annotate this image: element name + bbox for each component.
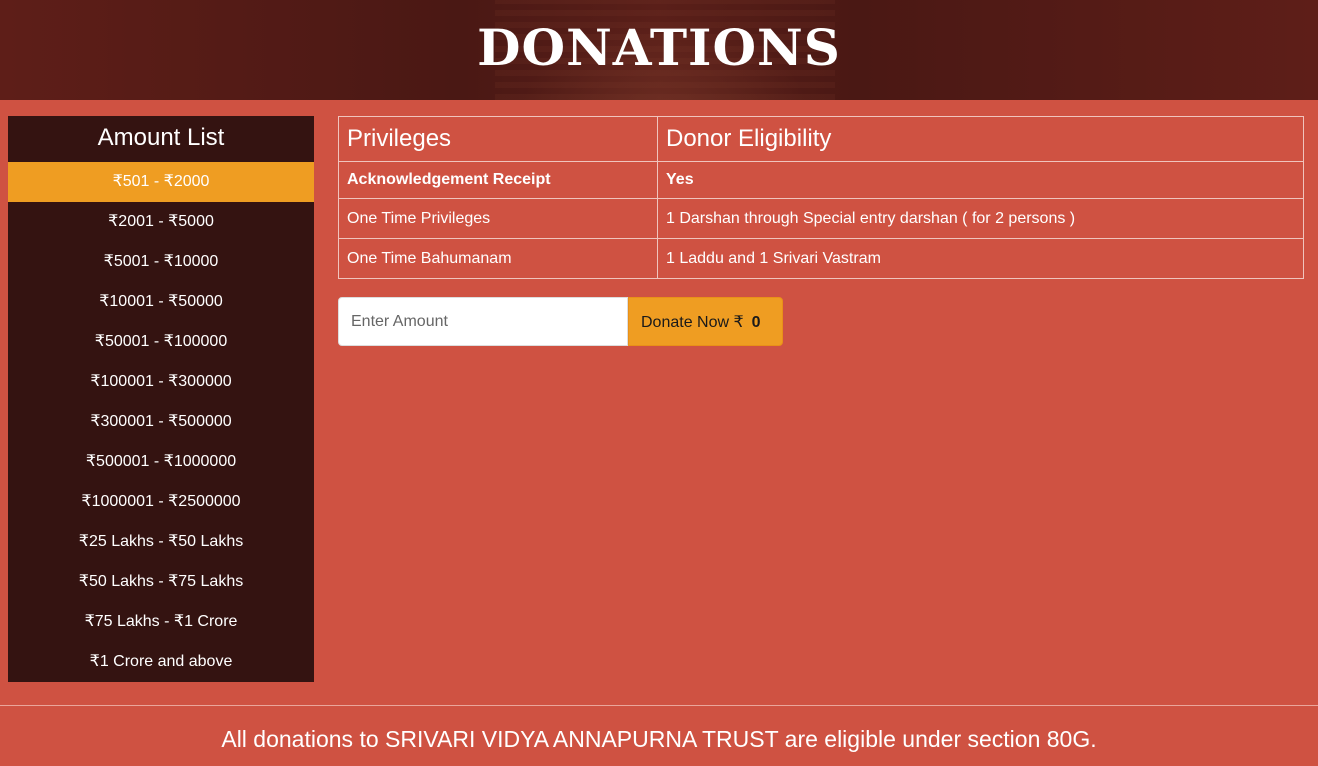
amount-item-300001-500000[interactable]: ₹300001 - ₹500000 bbox=[8, 402, 314, 442]
donate-amount-value: 0 bbox=[751, 313, 761, 331]
table-row: One Time Privileges 1 Darshan through Sp… bbox=[338, 198, 1304, 239]
page-title: DONATIONS bbox=[477, 18, 841, 77]
amount-item-2001-5000[interactable]: ₹2001 - ₹5000 bbox=[8, 202, 314, 242]
table-cell: 1 Darshan through Special entry darshan … bbox=[657, 198, 1304, 239]
table-row: One Time Bahumanam 1 Laddu and 1 Srivari… bbox=[338, 238, 1304, 279]
amount-input[interactable] bbox=[338, 297, 628, 346]
table-cell: Yes bbox=[657, 161, 1304, 199]
column-header-privileges: Privileges bbox=[338, 116, 658, 162]
table-cell: Acknowledgement Receipt bbox=[338, 161, 658, 199]
amount-item-100001-300000[interactable]: ₹100001 - ₹300000 bbox=[8, 362, 314, 402]
amount-item-1000001-2500000[interactable]: ₹1000001 - ₹2500000 bbox=[8, 482, 314, 522]
amount-list-title: Amount List bbox=[97, 124, 225, 151]
amount-item-25-50-lakhs[interactable]: ₹25 Lakhs - ₹50 Lakhs bbox=[8, 522, 314, 562]
table-header-row: Privileges Donor Eligibility bbox=[338, 116, 1304, 162]
amount-item-50001-100000[interactable]: ₹50001 - ₹100000 bbox=[8, 322, 314, 362]
amount-item-75-lakhs-1-crore[interactable]: ₹75 Lakhs - ₹1 Crore bbox=[8, 602, 314, 642]
column-header-donor-eligibility: Donor Eligibility bbox=[657, 116, 1304, 162]
amount-item-10001-50000[interactable]: ₹10001 - ₹50000 bbox=[8, 282, 314, 322]
donate-form: Donate Now ₹ 0 bbox=[338, 297, 783, 346]
amount-item-5001-10000[interactable]: ₹5001 - ₹10000 bbox=[8, 242, 314, 282]
amount-item-50-75-lakhs[interactable]: ₹50 Lakhs - ₹75 Lakhs bbox=[8, 562, 314, 602]
table-row: Acknowledgement Receipt Yes bbox=[338, 161, 1304, 199]
table-cell: One Time Privileges bbox=[338, 198, 658, 239]
table-cell: 1 Laddu and 1 Srivari Vastram bbox=[657, 238, 1304, 279]
footer-divider bbox=[0, 705, 1318, 706]
amount-item-500001-1000000[interactable]: ₹500001 - ₹1000000 bbox=[8, 442, 314, 482]
table-cell: One Time Bahumanam bbox=[338, 238, 658, 279]
header-banner: DONATIONS bbox=[0, 0, 1318, 100]
amount-list-sidebar: Amount List ₹501 - ₹2000 ₹2001 - ₹5000 ₹… bbox=[8, 116, 314, 682]
amount-item-1-crore-above[interactable]: ₹1 Crore and above bbox=[8, 642, 314, 682]
privileges-table: Privileges Donor Eligibility Acknowledge… bbox=[338, 116, 1304, 279]
footer-80g-notice: All donations to SRIVARI VIDYA ANNAPURNA… bbox=[221, 726, 1097, 752]
donate-now-button[interactable]: Donate Now ₹ 0 bbox=[628, 297, 783, 346]
donate-now-label: Donate Now ₹ bbox=[641, 313, 744, 331]
amount-item-501-2000[interactable]: ₹501 - ₹2000 bbox=[8, 162, 314, 202]
